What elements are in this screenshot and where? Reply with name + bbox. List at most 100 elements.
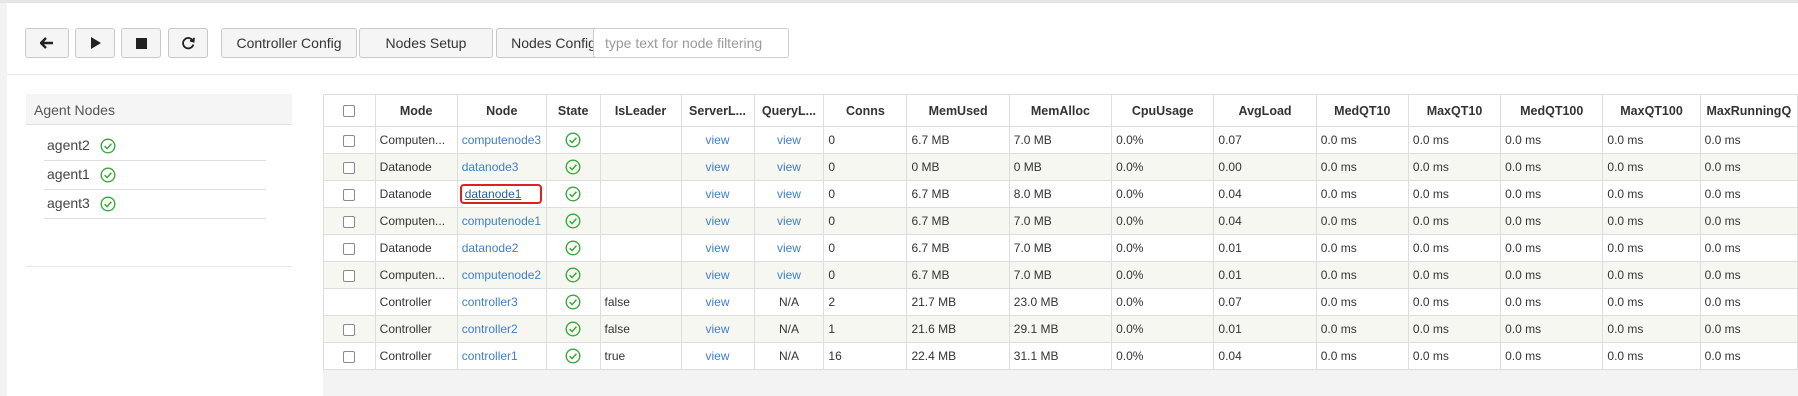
- node-cell: computenode1: [456, 207, 547, 235]
- nodes-grid: Mode Node State IsLeader ServerL... Quer…: [323, 94, 1798, 396]
- table-row[interactable]: Computen... computenode2 view view 0 6.7 MB 7.…: [323, 261, 1798, 289]
- column-header[interactable]: MemAlloc: [1008, 94, 1113, 127]
- row-checkbox[interactable]: [343, 215, 356, 228]
- server-log-link[interactable]: view: [706, 241, 730, 255]
- column-header[interactable]: QueryL...: [753, 94, 825, 127]
- node-link[interactable]: datanode1: [465, 187, 522, 201]
- mode-cell: Computen...: [374, 126, 458, 154]
- start-button[interactable]: [75, 28, 115, 58]
- mem-alloc-cell: 7.0 MB: [1008, 126, 1113, 154]
- column-header[interactable]: MaxRunningQ: [1699, 94, 1798, 127]
- table-row[interactable]: Datanode datanode1 view view 0 6.7 MB 8.0 MB 0.…: [323, 180, 1798, 208]
- controller-config-button[interactable]: Controller Config: [221, 28, 357, 58]
- med-qt10-value: 0.0 ms: [1320, 241, 1357, 255]
- node-link[interactable]: computenode1: [462, 214, 541, 228]
- row-select-cell: [323, 234, 376, 262]
- server-log-link[interactable]: view: [706, 268, 730, 282]
- max-qt100-cell: 0.0 ms: [1602, 342, 1701, 370]
- row-checkbox[interactable]: [343, 161, 356, 174]
- server-log-link[interactable]: view: [706, 214, 730, 228]
- node-link[interactable]: controller1: [462, 349, 518, 363]
- node-link[interactable]: computenode2: [462, 268, 541, 282]
- max-qt10-cell: 0.0 ms: [1407, 180, 1502, 208]
- row-checkbox[interactable]: [343, 269, 356, 282]
- row-checkbox[interactable]: [343, 134, 356, 147]
- stop-button[interactable]: [121, 28, 161, 58]
- query-log-link[interactable]: view: [777, 187, 801, 201]
- row-checkbox[interactable]: [343, 350, 356, 363]
- server-log-link[interactable]: view: [706, 295, 730, 309]
- refresh-button[interactable]: [168, 28, 208, 58]
- state-cell: [545, 126, 601, 154]
- max-qt100-value: 0.0 ms: [1607, 187, 1644, 201]
- query-log-cell: N/A: [753, 342, 825, 370]
- node-link[interactable]: controller2: [462, 322, 518, 336]
- column-header[interactable]: MedQT100: [1500, 94, 1604, 127]
- med-qt100-value: 0.0 ms: [1505, 295, 1542, 309]
- med-qt100-cell: 0.0 ms: [1500, 126, 1604, 154]
- server-log-link[interactable]: view: [706, 349, 730, 363]
- server-log-link[interactable]: view: [706, 187, 730, 201]
- table-row[interactable]: Controller controller3 false view N/A 2 21.7 M…: [323, 288, 1798, 316]
- table-row[interactable]: Controller controller2 false view N/A 1 21.6 M…: [323, 315, 1798, 343]
- max-qt10-cell: 0.0 ms: [1407, 207, 1502, 235]
- mem-used-value: 6.7 MB: [911, 214, 950, 228]
- column-header[interactable]: CpuUsage: [1111, 94, 1215, 127]
- table-row[interactable]: Controller controller1 true view N/A 16 22.4 M…: [323, 342, 1798, 370]
- max-qt100-cell: 0.0 ms: [1602, 126, 1701, 154]
- row-checkbox[interactable]: [343, 188, 356, 201]
- max-qt10-cell: 0.0 ms: [1407, 342, 1502, 370]
- med-qt10-value: 0.0 ms: [1320, 322, 1357, 336]
- node-filter-input[interactable]: [593, 28, 789, 58]
- query-log-link[interactable]: view: [777, 241, 801, 255]
- mem-used-value: 21.7 MB: [911, 295, 957, 309]
- med-qt10-value: 0.0 ms: [1320, 349, 1357, 363]
- back-button[interactable]: [25, 28, 69, 58]
- max-qt10-value: 0.0 ms: [1412, 349, 1449, 363]
- max-running-cell: 0.0 ms: [1699, 342, 1798, 370]
- max-qt10-value: 0.0 ms: [1412, 295, 1449, 309]
- column-header[interactable]: MedQT10: [1315, 94, 1409, 127]
- column-header[interactable]: Conns: [823, 94, 908, 127]
- table-row[interactable]: Datanode datanode2 view view 0 6.7 MB 7.0 MB 0.…: [323, 234, 1798, 262]
- column-header[interactable]: MemUsed: [906, 94, 1010, 127]
- row-checkbox[interactable]: [343, 242, 356, 255]
- column-header[interactable]: MaxQT100: [1602, 94, 1701, 127]
- query-log-link[interactable]: view: [777, 133, 801, 147]
- table-row[interactable]: Computen... computenode3 view view 0 6.7 MB 7.…: [323, 126, 1798, 154]
- column-header[interactable]: State: [545, 94, 601, 127]
- agent-list-item[interactable]: agent2: [44, 131, 266, 161]
- query-log-link[interactable]: view: [777, 160, 801, 174]
- max-running-cell: 0.0 ms: [1699, 180, 1798, 208]
- avg-load-value: 0.07: [1218, 295, 1242, 309]
- node-link[interactable]: datanode3: [462, 160, 519, 174]
- node-link[interactable]: controller3: [462, 295, 518, 309]
- table-row[interactable]: Datanode datanode3 view view 0 0 MB 0 MB 0.0% 0.…: [323, 153, 1798, 181]
- select-all-checkbox[interactable]: [343, 105, 356, 118]
- row-checkbox[interactable]: [343, 323, 356, 336]
- query-log-link[interactable]: view: [777, 268, 801, 282]
- column-header[interactable]: AvgLoad: [1213, 94, 1317, 127]
- query-log-value: N/A: [778, 295, 799, 309]
- conns-cell: 0: [823, 207, 908, 235]
- column-header[interactable]: ServerL...: [680, 94, 755, 127]
- avg-load-value: 0.00: [1218, 160, 1242, 174]
- column-header[interactable]: Node: [456, 94, 547, 127]
- nodes-setup-button[interactable]: Nodes Setup: [359, 28, 493, 58]
- column-header[interactable]: Mode: [374, 94, 458, 127]
- mem-used-value: 6.7 MB: [911, 133, 950, 147]
- column-header[interactable]: MaxQT10: [1407, 94, 1502, 127]
- server-log-link[interactable]: view: [706, 160, 730, 174]
- med-qt100-value: 0.0 ms: [1505, 349, 1542, 363]
- node-link[interactable]: computenode3: [462, 133, 541, 147]
- query-log-link[interactable]: view: [777, 214, 801, 228]
- nodes-table: Mode Node State IsLeader ServerL... Quer…: [323, 94, 1798, 370]
- conns-value: 0: [828, 241, 836, 255]
- agent-list-item[interactable]: agent1: [44, 160, 266, 190]
- node-link[interactable]: datanode2: [462, 241, 519, 255]
- server-log-link[interactable]: view: [706, 133, 730, 147]
- column-header[interactable]: IsLeader: [599, 94, 682, 127]
- server-log-link[interactable]: view: [706, 322, 730, 336]
- agent-list-item[interactable]: agent3: [44, 189, 266, 219]
- table-row[interactable]: Computen... computenode1 view view 0 6.7 MB 7.…: [323, 207, 1798, 235]
